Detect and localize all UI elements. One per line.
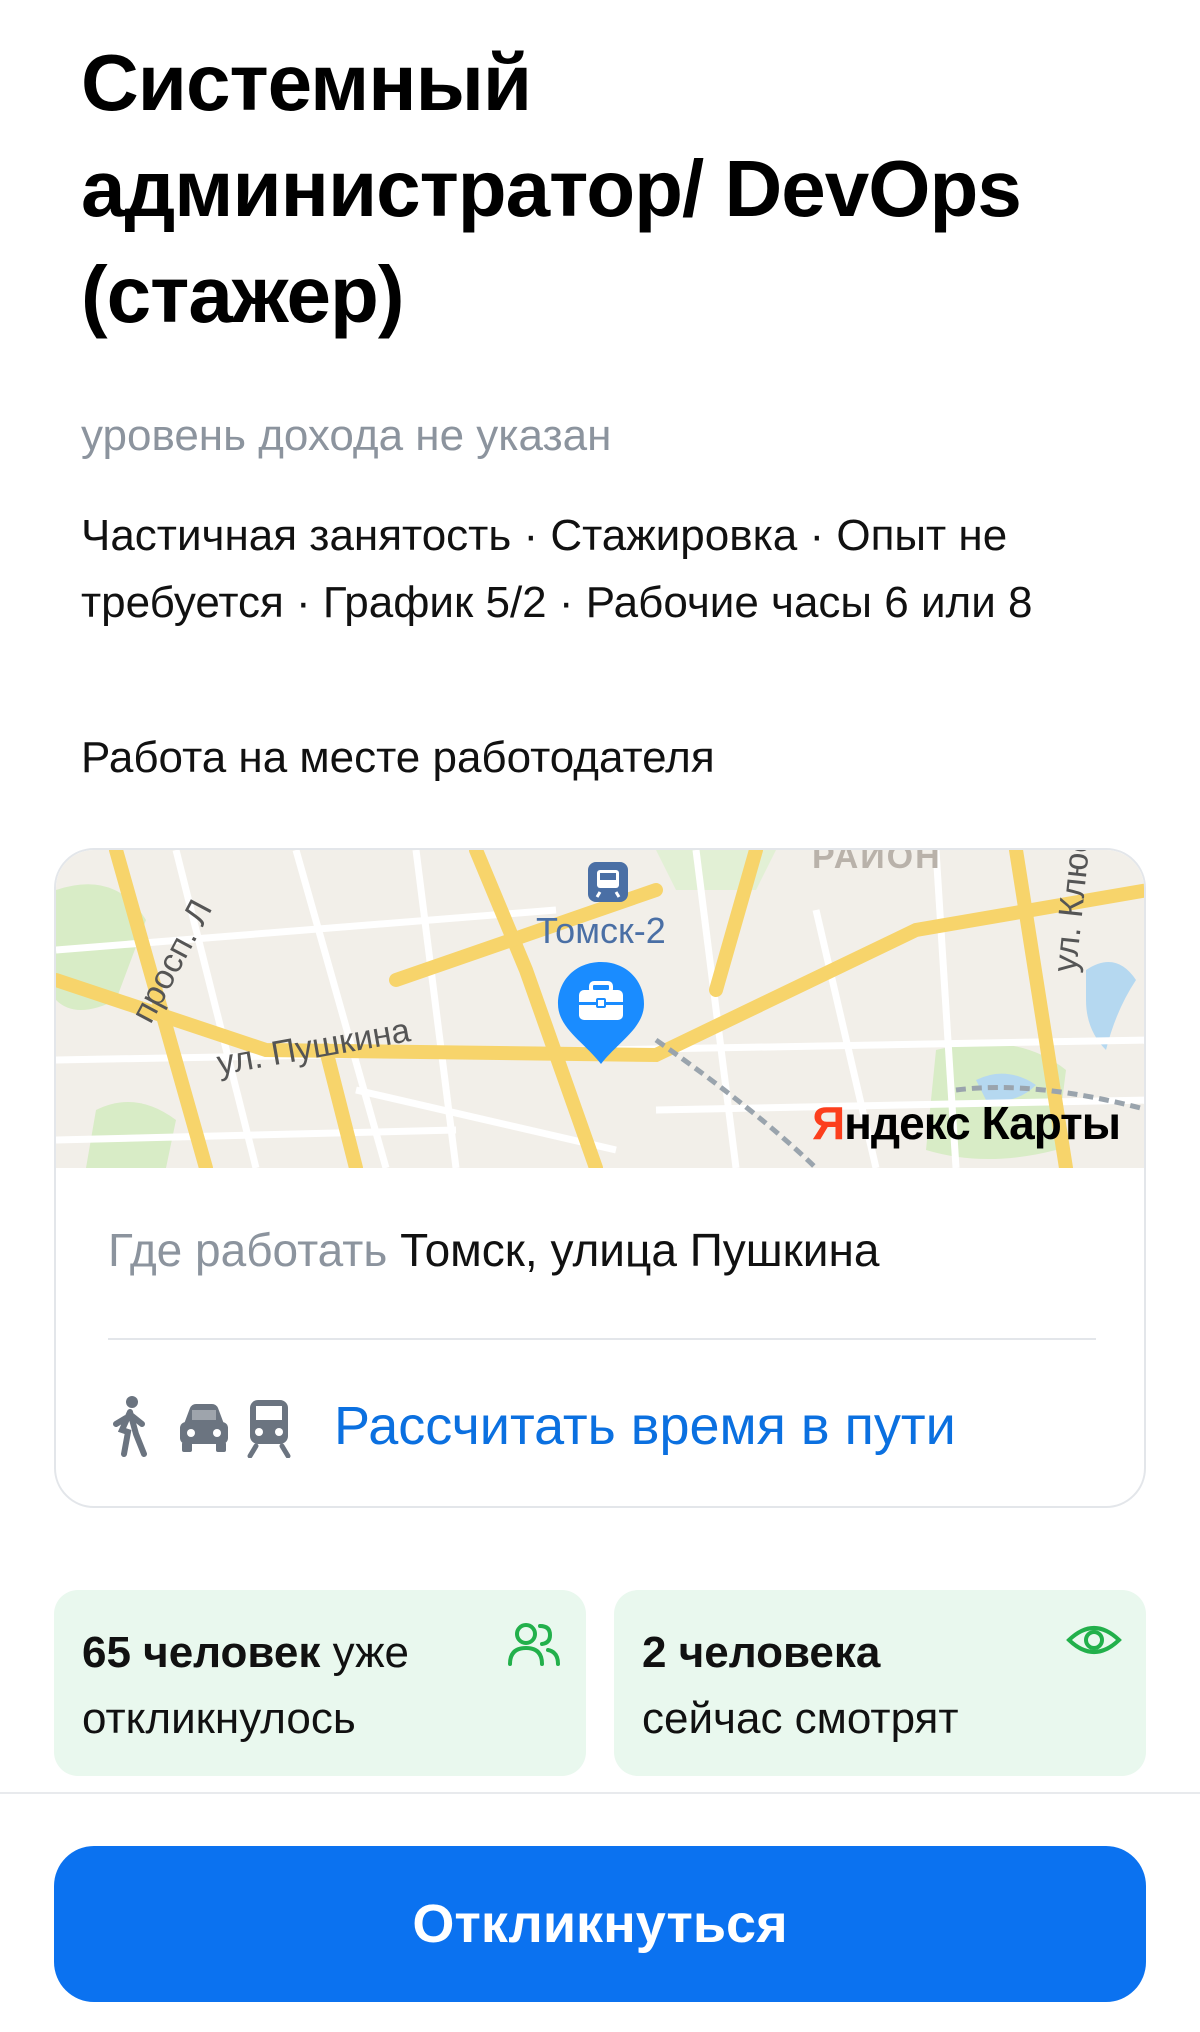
eye-icon (1066, 1620, 1122, 1665)
calculate-route-link[interactable]: Рассчитать время в пути (334, 1395, 956, 1457)
vacancy-params: Частичная занятость · Стажировка · Опыт … (81, 511, 1033, 627)
address-fade (1018, 1220, 1108, 1280)
people-icon (506, 1620, 562, 1675)
address-value: Томск, улица Пушкина (400, 1224, 880, 1276)
card-divider (108, 1338, 1096, 1340)
address-row[interactable]: Где работать Томск, улица Пушкина (108, 1220, 1108, 1280)
route-row[interactable]: Рассчитать время в пути (108, 1386, 956, 1466)
viewers-stat-card: 2 человека сейчас смотрят (614, 1590, 1146, 1776)
work-format: Работа на месте работодателя (81, 733, 715, 782)
train-icon (244, 1394, 300, 1459)
address-label: Где работать (108, 1224, 388, 1276)
map-station-label: Томск-2 (536, 910, 666, 951)
responses-count: 65 человек (82, 1628, 321, 1677)
respond-button[interactable]: Откликнуться (54, 1846, 1146, 2002)
salary-text: уровень дохода не указан (81, 411, 612, 460)
bottom-bar-separator (0, 1792, 1200, 1794)
map-district-label: РАЙОН (812, 848, 942, 876)
map-preview[interactable]: РАЙОН просп. Л Томск-2 ул. Пушкина ул. К… (56, 848, 1144, 1168)
address-card: РАЙОН просп. Л Томск-2 ул. Пушкина ул. К… (54, 848, 1146, 1508)
walking-icon (108, 1394, 164, 1458)
car-icon (176, 1394, 232, 1458)
yandex-maps-logo: Яндекс Карты (812, 1097, 1121, 1149)
vacancy-title: Системный администратор/ DevOps (стажер) (81, 38, 1022, 339)
viewers-label: сейчас смотрят (642, 1694, 959, 1743)
viewers-stat-text: 2 человека сейчас смотрят (642, 1620, 1072, 1752)
viewers-count: 2 человека (642, 1628, 881, 1677)
responses-stat-text: 65 человек уже откликнулось (82, 1620, 512, 1752)
responses-stat-card: 65 человек уже откликнулось (54, 1590, 586, 1776)
